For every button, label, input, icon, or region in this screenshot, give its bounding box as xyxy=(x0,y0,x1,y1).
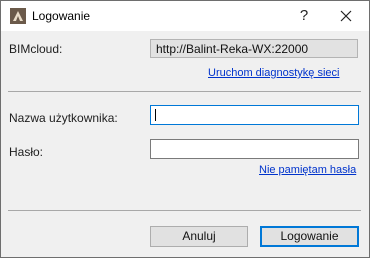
divider xyxy=(8,91,361,92)
divider xyxy=(8,210,361,211)
forgot-password-link[interactable]: Nie pamiętam hasła xyxy=(259,164,356,176)
cancel-button[interactable]: Anuluj xyxy=(150,226,248,247)
password-field[interactable] xyxy=(150,139,359,159)
window-title: Logowanie xyxy=(32,9,91,23)
close-button[interactable] xyxy=(323,1,369,31)
bimcloud-server-field: http://Balint-Reka-WX:22000 xyxy=(150,39,358,58)
login-button[interactable]: Logowanie xyxy=(260,226,359,247)
bimcloud-label: BIMcloud: xyxy=(9,42,63,56)
text-caret xyxy=(155,109,156,121)
archicad-icon xyxy=(10,8,26,24)
close-icon xyxy=(340,10,352,22)
help-button[interactable]: ? xyxy=(281,1,327,31)
network-diagnostics-link[interactable]: Uruchom diagnostykę sieci xyxy=(208,67,339,79)
username-field[interactable] xyxy=(150,105,359,125)
title-bar[interactable]: Logowanie ? xyxy=(1,1,369,31)
password-label: Hasło: xyxy=(9,145,44,159)
username-label: Nazwa użytkownika: xyxy=(9,111,118,125)
login-dialog: Logowanie ? BIMcloud: http://Balint-Reka… xyxy=(0,0,370,258)
